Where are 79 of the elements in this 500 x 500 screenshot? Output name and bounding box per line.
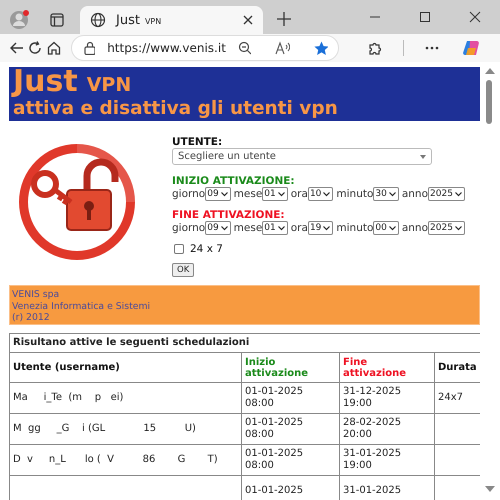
- table-cell: 01-01-2025 08:00: [242, 444, 340, 476]
- close-icon[interactable]: [243, 15, 253, 25]
- profile-icon[interactable]: [8, 7, 32, 31]
- chevron-icon: [454, 192, 462, 196]
- period-label: INIZIO ATTIVAZIONE:: [172, 175, 296, 187]
- field-label: minuto: [336, 187, 374, 201]
- value-select[interactable]: 10: [308, 187, 334, 201]
- field-label: mese: [234, 221, 262, 235]
- footer-text: (r) 2012: [12, 312, 51, 324]
- site-title-suffix: VPN: [86, 73, 132, 98]
- globe-icon: [90, 12, 106, 28]
- column-header: Fine attivazione: [340, 352, 434, 382]
- chevron-icon: [278, 192, 285, 196]
- field-label: mese: [234, 187, 262, 201]
- copilot-icon[interactable]: [462, 39, 481, 57]
- user-select[interactable]: Scegliere un utente: [172, 148, 432, 165]
- refresh-icon[interactable]: [28, 41, 42, 55]
- more-icon[interactable]: [424, 46, 439, 50]
- footer-text: VENIS spa: [12, 289, 60, 300]
- chevron-icon: [388, 192, 396, 196]
- table-cell: 28-02-2025 20:00: [340, 414, 434, 444]
- scroll-up-icon[interactable]: [485, 68, 495, 74]
- table-cell: 31-12-2025 19:00: [340, 382, 434, 414]
- zoom-out-icon[interactable]: [238, 41, 251, 55]
- value-select[interactable]: 09: [205, 221, 231, 235]
- read-aloud-icon[interactable]: [275, 41, 290, 55]
- extensions-icon[interactable]: [367, 40, 382, 56]
- user-label: UTENTE:: [172, 136, 224, 148]
- table-cell: 01-01-2025 08:00: [242, 414, 340, 444]
- chevron-icon: [323, 192, 330, 196]
- back-icon[interactable]: [10, 42, 24, 54]
- column-header: Utente (username): [10, 352, 242, 382]
- ok-button[interactable]: OK: [172, 263, 194, 277]
- tab-actions-icon[interactable]: [50, 13, 64, 27]
- value-select[interactable]: 19: [308, 221, 334, 235]
- chevron-icon: [220, 192, 228, 196]
- value-select[interactable]: 09: [205, 187, 231, 201]
- chevron-icon: [323, 226, 330, 230]
- value-select[interactable]: 2025: [428, 187, 465, 201]
- table-cell: D v n_L lo ( V 86 G T): [10, 444, 242, 476]
- value-select[interactable]: 30: [373, 187, 399, 201]
- home-icon[interactable]: [46, 41, 61, 55]
- field-label: anno: [402, 221, 428, 235]
- address-bar[interactable]: https://www.venis.it: [70, 35, 339, 61]
- lock-icon: [84, 41, 96, 55]
- footer-text: Venezia Informatica e Sistemi: [12, 300, 152, 312]
- value-select[interactable]: 2025: [428, 221, 465, 235]
- site-title: Just: [13, 69, 78, 95]
- table-caption: Risultano attive le seguenti schedulazioni: [10, 334, 481, 352]
- field-label: giorno: [172, 187, 206, 201]
- table-cell: M gg _G i (GL 15 U): [10, 414, 242, 444]
- site-subtitle: attiva e disattiva gli utenti vpn: [13, 98, 339, 120]
- chevron-icon: [388, 226, 396, 230]
- field-label: ora: [290, 221, 308, 235]
- value-select[interactable]: 01: [262, 187, 288, 201]
- chevron-icon: [278, 226, 285, 230]
- field-label: ora: [290, 187, 308, 201]
- field-label: anno: [402, 187, 428, 201]
- field-label: giorno: [172, 221, 206, 235]
- chevron-icon: [220, 226, 228, 230]
- table-cell: Ma i_Te (m p ei): [10, 382, 242, 414]
- table-cell: 01-01-2025 08:00: [242, 382, 340, 414]
- checkbox[interactable]: [174, 244, 184, 254]
- scrollbar-thumb[interactable]: [486, 80, 492, 124]
- value-select[interactable]: 01: [262, 221, 288, 235]
- browser-tab[interactable]: Just VPN: [80, 6, 263, 34]
- column-header: Inizio attivazione: [242, 352, 340, 382]
- maximize-icon[interactable]: [419, 11, 431, 23]
- field-label: minuto: [336, 221, 374, 235]
- favorite-star-icon[interactable]: [314, 40, 328, 56]
- period-label: FINE ATTIVAZIONE:: [172, 209, 286, 221]
- new-tab-icon[interactable]: [277, 12, 291, 26]
- chevron-icon: [454, 226, 462, 230]
- dropdown-arrow-icon: [420, 154, 426, 158]
- value-select[interactable]: 00: [373, 221, 399, 235]
- scroll-down-icon[interactable]: [485, 486, 495, 492]
- close-window-icon[interactable]: [469, 11, 481, 23]
- checkbox-label: 24 x 7: [190, 243, 223, 255]
- table-cell: 31-01-2025 19:00: [340, 444, 434, 476]
